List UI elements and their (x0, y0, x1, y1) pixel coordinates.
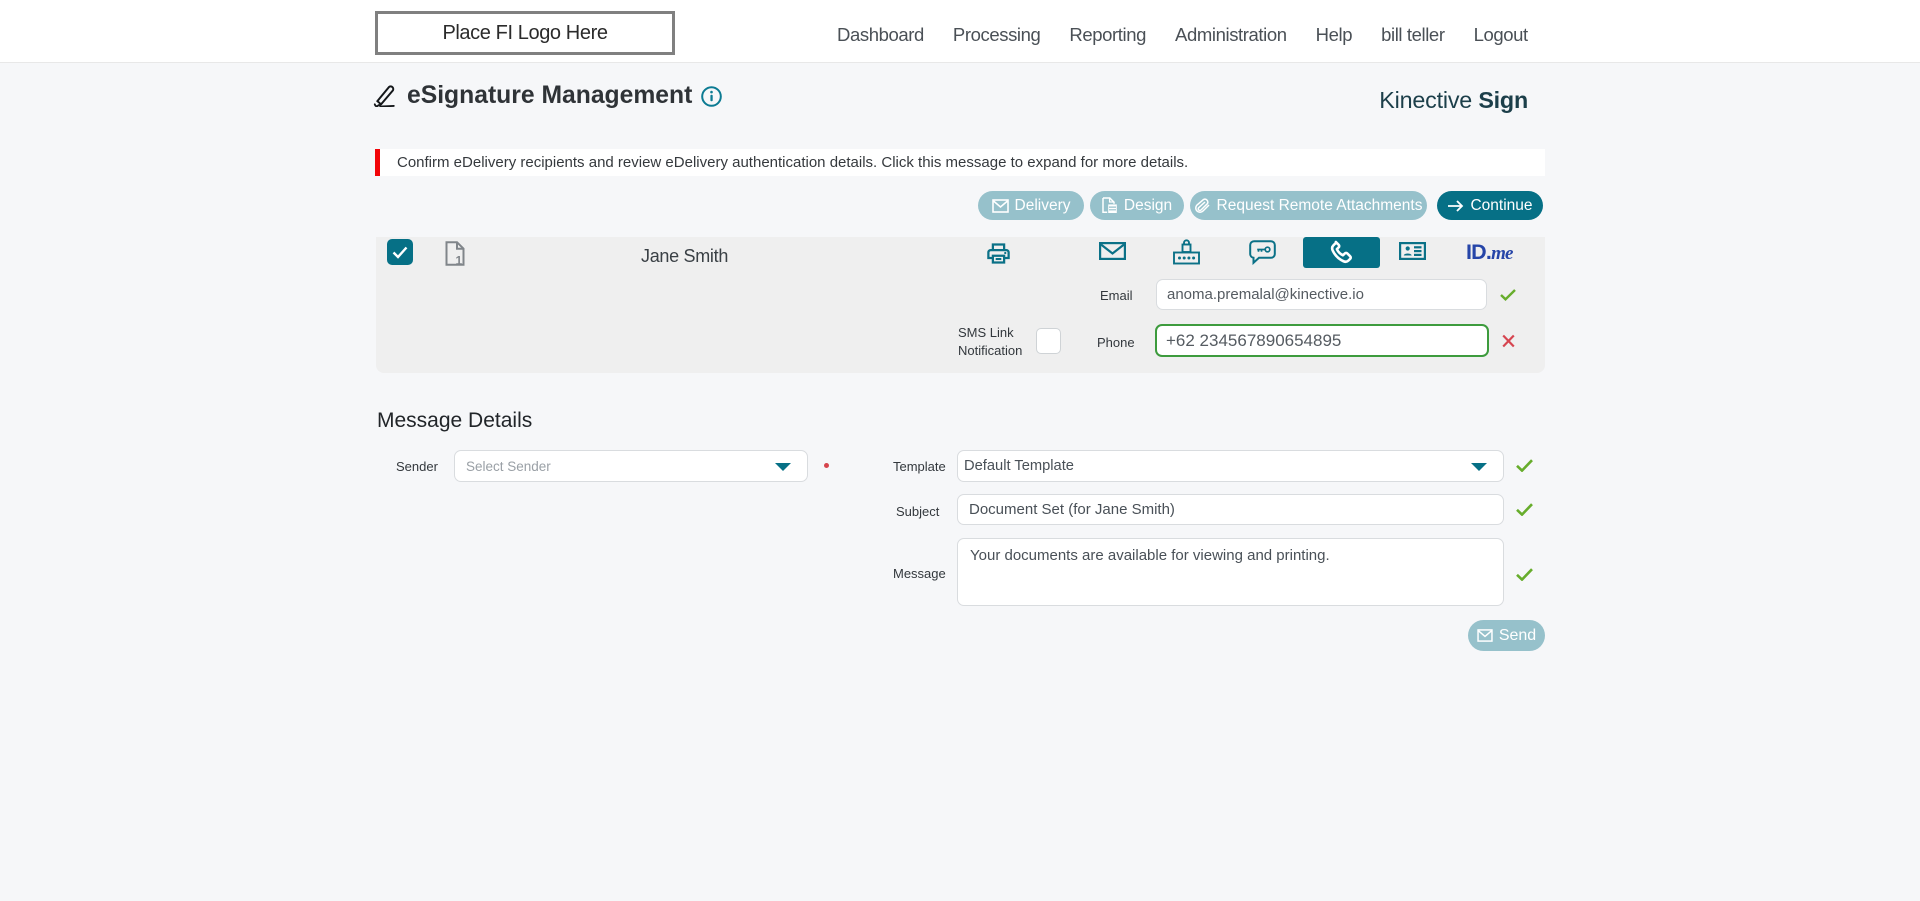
svg-text:1: 1 (456, 254, 463, 267)
